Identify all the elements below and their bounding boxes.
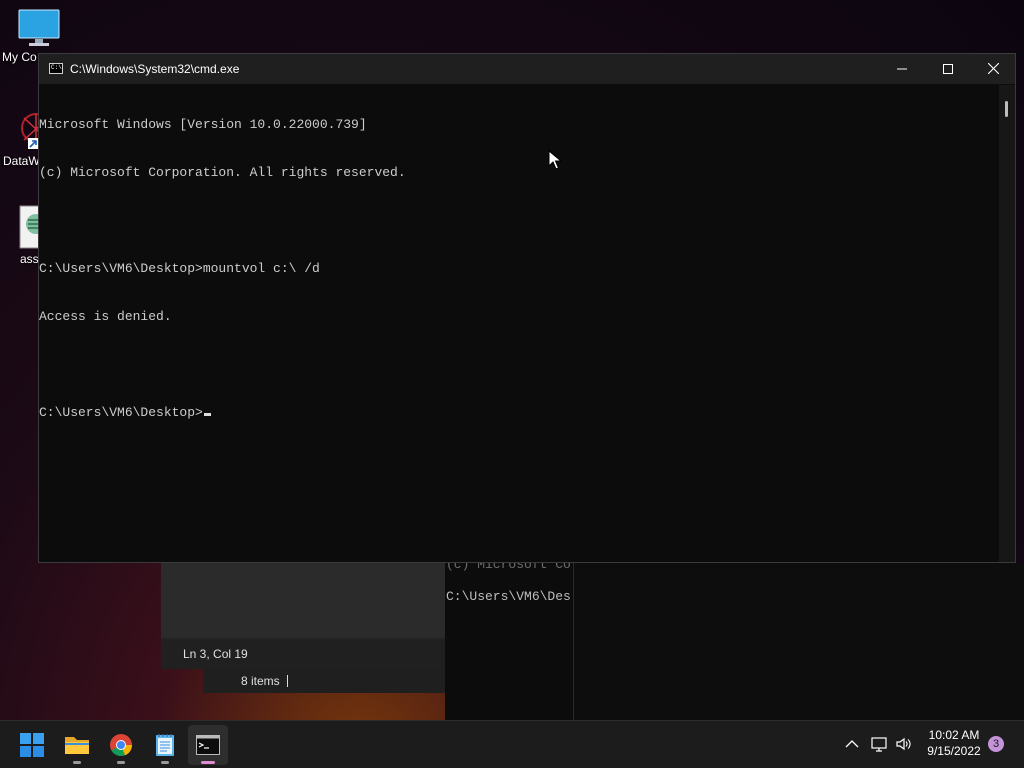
minimize-icon	[897, 68, 907, 70]
console-line: (c) Microsoft Co	[446, 563, 571, 572]
clock-time: 10:02 AM	[928, 728, 980, 742]
folder-icon	[65, 737, 89, 754]
taskbar-file-explorer[interactable]	[57, 725, 97, 765]
taskbar-command-prompt[interactable]	[188, 725, 228, 765]
dark-window-background[interactable]	[574, 563, 1024, 720]
network-icon[interactable]	[870, 735, 888, 753]
window-title: C:\Windows\System32\cmd.exe	[70, 62, 240, 76]
explorer-window-background[interactable]: 8 items	[203, 669, 445, 693]
notification-badge[interactable]: 3	[988, 736, 1004, 752]
vertical-scrollbar[interactable]	[999, 85, 1015, 562]
windows-start-icon	[20, 733, 44, 757]
console-line: (c) Microsoft Corporation. All rights re…	[39, 165, 406, 180]
monitor-icon	[18, 9, 60, 46]
text-cursor	[203, 413, 211, 416]
console-output[interactable]: Microsoft Windows [Version 10.0.22000.73…	[39, 85, 999, 562]
chrome-icon	[110, 734, 133, 757]
taskbar-chrome[interactable]	[101, 725, 141, 765]
console-prompt: C:\Users\VM6\Desktop>	[39, 405, 203, 420]
cmd-window-background[interactable]: (c) Microsoft Co C:\Users\VM6\Des	[445, 563, 573, 720]
chevron-up-icon[interactable]	[843, 735, 861, 753]
console-prompt-line[interactable]: C:\Users\VM6\Desktop>	[39, 405, 999, 421]
clock[interactable]: 10:02 AM 9/15/2022	[918, 727, 990, 759]
notepad-edit-area[interactable]	[161, 563, 445, 637]
scrollbar-thumb[interactable]	[1005, 101, 1008, 117]
clock-date: 9/15/2022	[927, 744, 981, 758]
taskbar-notepad[interactable]	[145, 725, 185, 765]
console-line: Microsoft Windows [Version 10.0.22000.73…	[39, 117, 367, 132]
cmd-icon	[196, 735, 220, 755]
taskbar: 10:02 AM 9/15/2022	[0, 720, 1024, 768]
running-indicator	[117, 761, 125, 764]
close-icon	[987, 62, 999, 75]
cmd-window[interactable]: C:\Windows\System32\cmd.exe Microsoft Wi…	[38, 53, 1016, 563]
notepad-status-bar: Ln 3, Col 19	[161, 639, 445, 669]
running-indicator	[73, 761, 81, 764]
maximize-button[interactable]	[925, 54, 971, 84]
mouse-pointer-icon	[548, 150, 562, 170]
running-indicator	[161, 761, 169, 764]
running-indicator	[201, 761, 215, 764]
taskbar-start-button[interactable]	[12, 725, 52, 765]
console-line: C:\Users\VM6\Desktop>mountvol c:\ /d	[39, 261, 320, 276]
cmd-app-icon[interactable]	[49, 63, 63, 74]
maximize-icon	[943, 64, 953, 74]
notepad-icon	[156, 734, 174, 756]
console-line: Access is denied.	[39, 309, 172, 324]
title-bar[interactable]: C:\Windows\System32\cmd.exe	[39, 54, 1015, 84]
close-button[interactable]	[970, 54, 1016, 84]
explorer-item-count: 8 items	[241, 674, 280, 688]
notepad-window-background[interactable]: Ln 3, Col 19	[161, 563, 445, 669]
console-line: C:\Users\VM6\Des	[446, 589, 571, 604]
status-separator	[287, 675, 288, 687]
minimize-button[interactable]	[879, 54, 925, 84]
volume-icon[interactable]	[895, 735, 913, 753]
